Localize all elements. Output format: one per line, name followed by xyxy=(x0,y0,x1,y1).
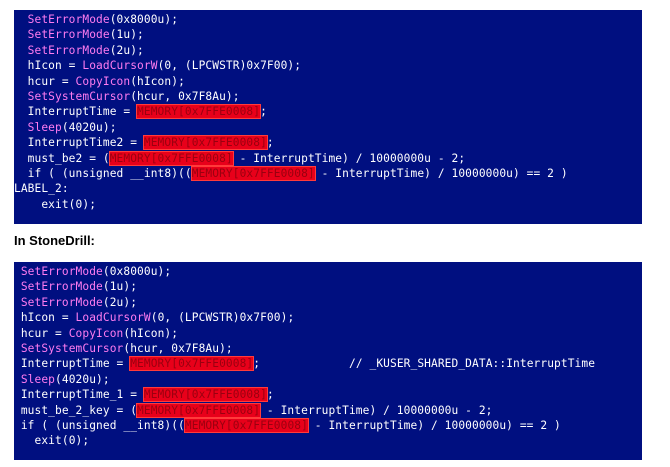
function-name: SetErrorMode xyxy=(27,43,110,57)
memory-highlight: MEMORY[0x7FFE0008] xyxy=(142,135,268,151)
code-line: hIcon = LoadCursorW(0, (LPCWSTR)0x7F00); xyxy=(14,310,642,325)
code-line: hcur = CopyIcon(hIcon); xyxy=(14,326,642,341)
code-line: SetSystemCursor(hcur, 0x7F8Au); xyxy=(14,341,642,356)
memory-highlight: MEMORY[0x7FFE0008] xyxy=(129,356,255,372)
code-comment: // _KUSER_SHARED_DATA::InterruptTime xyxy=(348,357,596,371)
code-line: Sleep(4020u); xyxy=(14,120,642,135)
function-name: Sleep xyxy=(20,372,56,386)
code-text: - InterruptTime) / 10000000u) == 2 ) xyxy=(307,418,561,432)
code-line: exit(0); xyxy=(14,197,642,212)
memory-highlight: MEMORY[0x7FFE0008] xyxy=(136,104,262,120)
code-text: (0, (LPCWSTR)0x7F00); xyxy=(150,311,295,325)
code-line: hcur = CopyIcon(hIcon); xyxy=(14,74,642,89)
function-name: CopyIcon xyxy=(75,74,131,88)
code-text: InterruptTime = xyxy=(27,105,138,119)
code-line: InterruptTime = MEMORY[0x7FFE0008]; xyxy=(14,104,642,120)
code-text: exit(0); xyxy=(34,434,90,448)
code-line: LABEL_2: xyxy=(14,181,642,196)
code-text: if ( (unsigned __int8)(( xyxy=(27,166,192,180)
code-text: (hcur, 0x7F8Au); xyxy=(123,341,233,355)
memory-highlight: MEMORY[0x7FFE0008] xyxy=(183,417,309,433)
code-line: must_be_2_key = (MEMORY[0x7FFE0008] - In… xyxy=(14,402,642,418)
code-line: exit(0); xyxy=(14,433,642,448)
memory-highlight: MEMORY[0x7FFE0008] xyxy=(136,402,262,418)
code-line: SetErrorMode(0x8000u); xyxy=(14,264,642,279)
function-name: SetSystemCursor xyxy=(20,341,124,355)
code-panel-bottom: SetErrorMode(0x8000u); SetErrorMode(1u);… xyxy=(14,262,642,460)
code-line: InterruptTime_1 = MEMORY[0x7FFE0008]; xyxy=(14,387,642,403)
code-text: ; xyxy=(260,105,267,119)
code-text: must_be2 = ( xyxy=(27,151,110,165)
code-text: hIcon = xyxy=(20,311,76,325)
code-line: InterruptTime2 = MEMORY[0x7FFE0008]; xyxy=(14,135,642,151)
memory-highlight: MEMORY[0x7FFE0008] xyxy=(108,150,234,166)
function-name: SetErrorMode xyxy=(20,265,103,278)
code-line: Sleep(4020u); xyxy=(14,372,642,387)
code-text: InterruptTime2 = xyxy=(27,136,144,150)
code-panel-top: SetErrorMode(0x8000u); SetErrorMode(1u);… xyxy=(14,10,642,224)
function-name: LoadCursorW xyxy=(82,59,158,73)
code-line: SetErrorMode(2u); xyxy=(14,43,642,58)
function-name: SetErrorMode xyxy=(27,28,110,42)
code-text: - InterruptTime) / 10000000u - 2; xyxy=(232,151,466,165)
code-text: (0, (LPCWSTR)0x7F00); xyxy=(157,59,302,73)
code-text: hcur = xyxy=(20,326,69,340)
code-line: SetErrorMode(2u); xyxy=(14,295,642,310)
code-text: ; xyxy=(253,357,261,371)
code-line: SetErrorMode(1u); xyxy=(14,27,642,42)
code-text: (2u); xyxy=(102,295,138,309)
function-name: SetSystemCursor xyxy=(27,89,131,103)
memory-highlight: MEMORY[0x7FFE0008] xyxy=(142,387,268,403)
code-text: (2u); xyxy=(109,43,144,57)
code-line: InterruptTime = MEMORY[0x7FFE0008]; // _… xyxy=(14,356,642,372)
function-name: SetErrorMode xyxy=(27,13,110,26)
label-text: LABEL_2: xyxy=(14,182,69,196)
function-name: LoadCursorW xyxy=(75,311,151,325)
code-line: SetSystemCursor(hcur, 0x7F8Au); xyxy=(14,89,642,104)
function-name: SetErrorMode xyxy=(20,280,103,294)
code-text: - InterruptTime) / 10000000u - 2; xyxy=(260,403,493,417)
code-text: (4020u); xyxy=(55,372,110,386)
code-text: hcur = xyxy=(27,74,76,88)
section-heading: In StoneDrill: xyxy=(14,233,95,248)
code-text: ; xyxy=(266,136,274,150)
code-text: InterruptTime = xyxy=(20,357,131,371)
function-name: Sleep xyxy=(27,120,62,134)
code-line: if ( (unsigned __int8)((MEMORY[0x7FFE000… xyxy=(14,165,642,181)
code-line: SetErrorMode(1u); xyxy=(14,279,642,294)
code-text: (1u); xyxy=(102,280,138,294)
code-text: (4020u); xyxy=(61,120,117,134)
code-line: SetErrorMode(0x8000u); xyxy=(14,12,642,27)
code-text: exit(0); xyxy=(41,197,97,211)
code-text: (hIcon); xyxy=(130,74,185,88)
code-text: (hIcon); xyxy=(123,326,179,340)
code-text: (0x8000u); xyxy=(102,265,172,278)
function-name: CopyIcon xyxy=(68,326,124,340)
code-text: (0x8000u); xyxy=(109,13,179,26)
code-line: hIcon = LoadCursorW(0, (LPCWSTR)0x7F00); xyxy=(14,58,642,73)
memory-highlight: MEMORY[0x7FFE0008] xyxy=(190,165,316,181)
code-text: must_be_2_key = ( xyxy=(20,403,138,417)
code-text: ; xyxy=(266,388,274,402)
code-text: - InterruptTime) / 10000000u) == 2 ) xyxy=(314,166,568,180)
code-text: hIcon = xyxy=(27,59,83,73)
function-name: SetErrorMode xyxy=(20,295,103,309)
code-text: if ( (unsigned __int8)(( xyxy=(20,418,185,432)
code-text: (hcur, 0x7F8Au); xyxy=(130,89,240,103)
code-text: (1u); xyxy=(109,28,144,42)
code-line: must_be2 = (MEMORY[0x7FFE0008] - Interru… xyxy=(14,150,642,166)
code-text: InterruptTime_1 = xyxy=(20,388,144,402)
code-line: if ( (unsigned __int8)((MEMORY[0x7FFE000… xyxy=(14,417,642,433)
